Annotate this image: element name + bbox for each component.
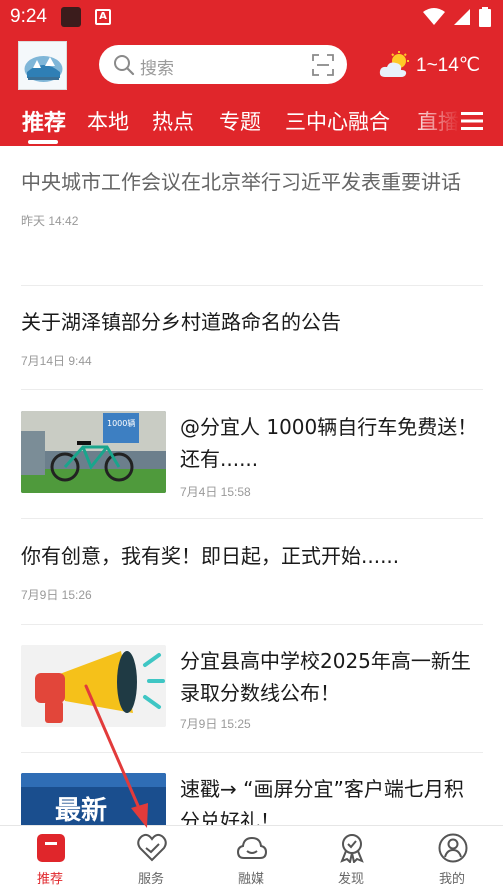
signal-icon: [454, 9, 470, 25]
bicycle-photo: 1000辆: [21, 411, 166, 493]
channel-menu-icon[interactable]: [461, 111, 483, 131]
profile-icon: [438, 833, 468, 863]
discover-badge-icon: [340, 834, 364, 863]
nav-label: 融媒: [237, 872, 264, 887]
nav-label: 我的: [438, 872, 465, 887]
news-time: 7月9日 15:26: [21, 588, 92, 602]
latest-banner-image: 最新: [21, 773, 166, 825]
nav-label: 服务: [137, 872, 164, 887]
news-time: 7月14日 9:44: [21, 354, 92, 368]
app-header: 9:24 A 搜索 1~14℃ 推荐 本地 热点 专题 三中心融合: [0, 0, 503, 146]
active-tab-indicator: [28, 140, 58, 144]
wifi-icon: [423, 8, 445, 25]
nav-discover[interactable]: 发现: [301, 826, 401, 894]
weather-temperature: 1~14℃: [416, 54, 481, 76]
nav-mine[interactable]: 我的: [402, 826, 502, 894]
bottom-navigation: 推荐 服务 融媒 发现 我的: [0, 825, 503, 894]
news-item[interactable]: 你有创意，我有奖！即日起，正式开始...... 7月9日 15:26: [21, 540, 483, 603]
news-title: 中央城市工作会议在北京举行习近平发表重要讲话: [21, 170, 461, 194]
divider: [21, 624, 483, 625]
news-item[interactable]: 1000辆 @分宜人 1000辆自行车免费送！还有...... 7月4日 15:…: [21, 411, 483, 499]
news-title: 速戳→ “画屏分宜”客户端七月积分兑好礼！: [180, 777, 464, 825]
tab-overflow-fade: [410, 100, 460, 146]
news-title: 分宜县高中学校2025年高一新生录取分数线公布！: [180, 649, 471, 705]
tab-recommend[interactable]: 推荐: [22, 105, 66, 137]
app-logo[interactable]: [18, 41, 67, 90]
partly-cloudy-icon: [379, 51, 409, 77]
channel-tabs: 推荐 本地 热点 专题 三中心融合 直播: [0, 100, 503, 146]
tab-hot[interactable]: 热点: [152, 106, 194, 136]
battery-icon: [479, 7, 491, 27]
status-time: 9:24: [10, 6, 47, 27]
status-indicators: [423, 7, 491, 27]
weather-widget[interactable]: 1~14℃: [379, 51, 480, 79]
news-thumbnail: [21, 645, 166, 727]
news-time: 昨天 14:42: [21, 214, 79, 228]
divider: [21, 389, 483, 390]
megaphone-image: [21, 645, 166, 727]
nav-label: 发现: [337, 872, 364, 887]
notification-a-icon: A: [95, 9, 111, 25]
home-tab-icon: [37, 834, 65, 862]
search-icon: [114, 55, 135, 76]
news-item[interactable]: 分宜县高中学校2025年高一新生录取分数线公布！ 7月9日 15:25: [21, 645, 483, 731]
news-thumbnail: 1000辆: [21, 411, 166, 493]
news-feed: 中央城市工作会议在北京举行习近平发表重要讲话 昨天 14:42 关于湖泽镇部分乡…: [0, 146, 503, 825]
news-time: 7月9日 15:25: [180, 717, 251, 731]
divider: [21, 285, 483, 286]
divider: [21, 752, 483, 753]
news-item[interactable]: 关于湖泽镇部分乡村道路命名的公告 7月14日 9:44: [21, 306, 483, 369]
news-title: 你有创意，我有奖！即日起，正式开始......: [21, 544, 400, 568]
tab-topics[interactable]: 专题: [219, 106, 261, 136]
media-cloud-icon: [237, 836, 267, 859]
thumbnail-text: 最新: [55, 795, 107, 825]
thumbnail-text: 1000辆: [107, 418, 135, 428]
status-bar: 9:24 A: [0, 0, 503, 34]
search-bar[interactable]: 搜索: [99, 45, 347, 84]
search-placeholder: 搜索: [140, 59, 174, 79]
news-time: 7月4日 15:58: [180, 485, 251, 499]
news-title: @分宜人 1000辆自行车免费送！还有......: [180, 415, 478, 471]
news-title: 关于湖泽镇部分乡村道路命名的公告: [21, 310, 341, 334]
tab-local[interactable]: 本地: [87, 106, 129, 136]
nav-service[interactable]: 服务: [101, 826, 201, 894]
news-item[interactable]: 最新 速戳→ “画屏分宜”客户端七月积分兑好礼！: [21, 773, 483, 825]
news-item[interactable]: 中央城市工作会议在北京举行习近平发表重要讲话 昨天 14:42: [21, 166, 483, 229]
nav-media[interactable]: 融媒: [201, 826, 301, 894]
service-heart-icon: [137, 833, 167, 862]
news-thumbnail: 最新: [21, 773, 166, 825]
logo-emblem-icon: [19, 42, 66, 89]
divider: [21, 518, 483, 519]
header-top-row: 搜索 1~14℃: [0, 40, 503, 92]
nav-recommend[interactable]: 推荐: [0, 826, 100, 894]
scan-icon[interactable]: [312, 54, 334, 76]
tab-three-center[interactable]: 三中心融合: [285, 106, 390, 136]
nav-label: 推荐: [36, 872, 63, 887]
notification-app-icon: [61, 7, 81, 27]
